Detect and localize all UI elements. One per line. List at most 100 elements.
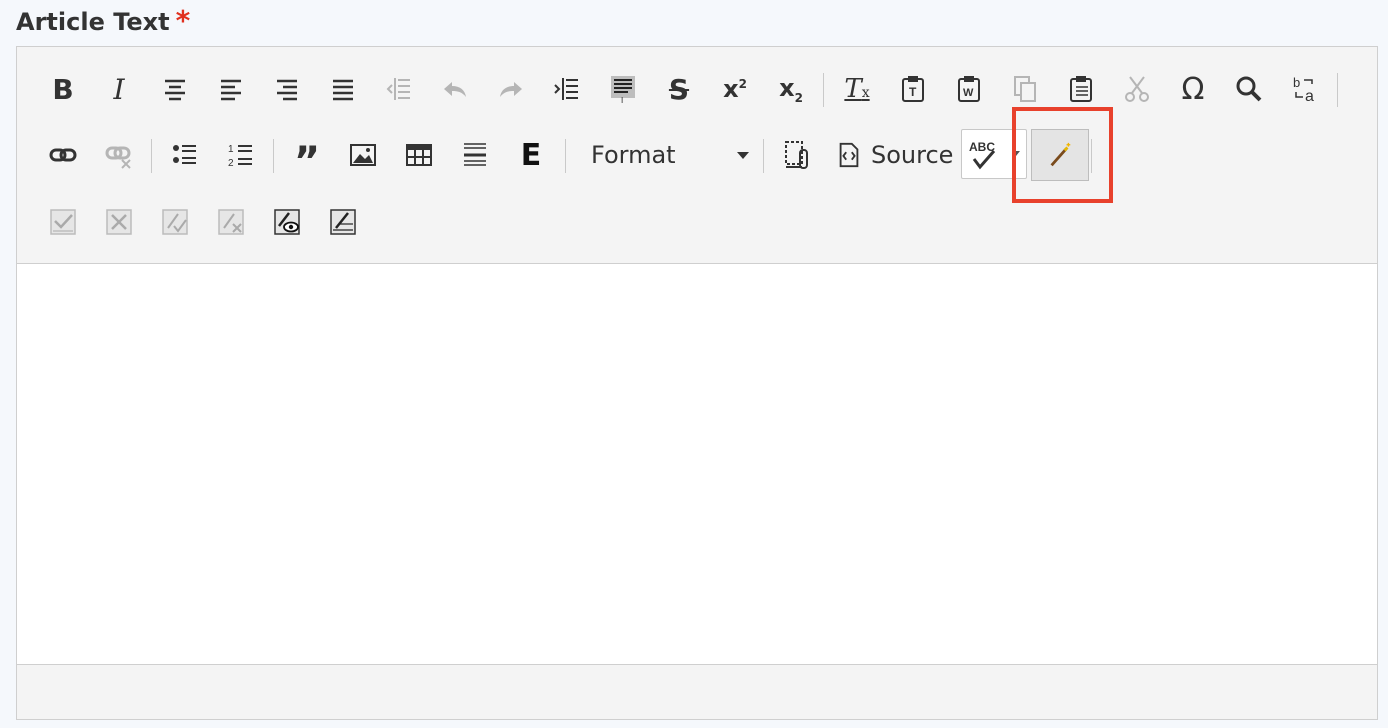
accept-all-icon xyxy=(162,209,188,235)
justify-icon xyxy=(333,79,353,101)
table-icon xyxy=(406,144,432,166)
bulleted-list-icon xyxy=(173,145,196,164)
table-button[interactable] xyxy=(401,137,437,173)
reject-change-icon xyxy=(106,209,132,235)
svg-text:b: b xyxy=(1293,75,1300,90)
paste-text-button[interactable]: T xyxy=(895,71,931,107)
align-center-button[interactable] xyxy=(157,71,193,107)
align-left-button[interactable] xyxy=(213,71,249,107)
paste-button[interactable] xyxy=(1063,71,1099,107)
toggle-tracking-button[interactable] xyxy=(269,203,305,239)
justify-button[interactable] xyxy=(325,71,361,107)
required-marker: * xyxy=(175,4,191,37)
paste-word-button[interactable]: W xyxy=(951,71,987,107)
image-button[interactable] xyxy=(345,137,381,173)
svg-text:T: T xyxy=(909,85,917,99)
field-label: Article Text * xyxy=(16,4,190,37)
replace-button[interactable]: ba xyxy=(1287,71,1323,107)
paste-text-icon: T xyxy=(902,76,924,102)
subscript-button[interactable]: x2 xyxy=(773,71,809,107)
accept-all-button[interactable] xyxy=(157,203,193,239)
spellcheck-icon: ABC xyxy=(969,140,995,170)
reject-all-icon xyxy=(218,209,244,235)
bold-button[interactable]: B xyxy=(45,71,81,107)
redo-button[interactable] xyxy=(493,71,529,107)
superscript-button[interactable]: x2 xyxy=(717,71,753,107)
indent-button[interactable] xyxy=(549,71,585,107)
template-icon xyxy=(785,141,808,169)
copy-button[interactable] xyxy=(1007,71,1043,107)
outdent-button[interactable] xyxy=(381,71,417,107)
indent-icon xyxy=(554,78,578,100)
reject-all-button[interactable] xyxy=(213,203,249,239)
field-label-text: Article Text xyxy=(16,8,170,36)
accept-change-icon xyxy=(50,209,76,235)
svg-text:2: 2 xyxy=(228,158,234,169)
source-icon xyxy=(839,142,859,168)
numbered-list-button[interactable]: 12 xyxy=(223,137,259,173)
paste-icon xyxy=(1070,76,1092,102)
align-center-icon xyxy=(165,79,185,101)
align-right-button[interactable] xyxy=(269,71,305,107)
redo-icon xyxy=(500,82,522,97)
editor-toolbar: B I I S x2 x2 Tx T W Ω ba 12 ” E Format … xyxy=(17,47,1377,264)
link-button[interactable] xyxy=(45,137,81,173)
show-changes-icon xyxy=(330,209,356,235)
omega-icon: Ω xyxy=(1181,71,1205,107)
rich-text-editor: B I I S x2 x2 Tx T W Ω ba 12 ” E Format … xyxy=(16,46,1378,720)
bold-icon: B xyxy=(52,72,74,106)
accept-change-button[interactable] xyxy=(45,203,81,239)
unlink-icon xyxy=(105,146,131,169)
show-blocks-button[interactable]: I xyxy=(605,71,641,107)
show-changes-button[interactable] xyxy=(325,203,361,239)
superscript-icon: x2 xyxy=(723,75,747,103)
horizontal-rule-icon xyxy=(464,143,486,166)
svg-text:I: I xyxy=(621,96,623,104)
svg-text:a: a xyxy=(1305,88,1314,104)
align-right-icon xyxy=(277,79,297,101)
show-blocks-icon: I xyxy=(611,76,635,104)
align-left-icon xyxy=(221,79,241,101)
cut-icon xyxy=(1125,76,1149,102)
remove-format-icon: Tx xyxy=(844,74,870,104)
source-button[interactable]: Source xyxy=(835,135,953,175)
remove-format-button[interactable]: Tx xyxy=(839,71,875,107)
bulleted-list-button[interactable] xyxy=(167,137,203,173)
highlight-box xyxy=(1012,107,1113,203)
reject-change-button[interactable] xyxy=(101,203,137,239)
special-char-button[interactable]: Ω xyxy=(1175,71,1211,107)
template-button[interactable] xyxy=(777,137,813,173)
image-icon xyxy=(350,144,376,166)
link-icon xyxy=(49,148,77,162)
e-icon: E xyxy=(520,137,542,173)
svg-text:1: 1 xyxy=(228,144,234,155)
italic-button[interactable]: I xyxy=(101,71,137,107)
format-combo-value: Format xyxy=(591,141,676,169)
find-button[interactable] xyxy=(1231,71,1267,107)
copy-icon xyxy=(1014,76,1036,102)
editor-status-bar xyxy=(17,665,1377,719)
editor-content-area[interactable] xyxy=(17,264,1377,665)
blockquote-button[interactable]: ” xyxy=(289,137,325,185)
numbered-list-icon: 12 xyxy=(228,144,252,169)
unlink-button[interactable] xyxy=(101,137,137,173)
blockquote-icon: ” xyxy=(293,139,321,185)
undo-icon xyxy=(444,82,466,97)
horizontal-rule-button[interactable] xyxy=(457,137,493,173)
search-icon xyxy=(1236,76,1262,102)
format-combo[interactable]: Format xyxy=(583,135,753,175)
outdent-icon xyxy=(386,78,410,100)
source-label: Source xyxy=(871,141,954,169)
e-button[interactable]: E xyxy=(513,137,549,173)
undo-button[interactable] xyxy=(437,71,473,107)
cut-button[interactable] xyxy=(1119,71,1155,107)
subscript-icon: x2 xyxy=(779,73,803,105)
toggle-tracking-icon xyxy=(274,209,300,235)
replace-icon: ba xyxy=(1293,75,1314,104)
paste-word-icon: W xyxy=(958,76,980,102)
chevron-down-icon xyxy=(737,152,749,159)
strikethrough-button[interactable]: S xyxy=(661,71,697,107)
italic-icon: I xyxy=(113,72,125,106)
strikethrough-icon: S xyxy=(668,72,690,106)
svg-text:W: W xyxy=(963,87,974,99)
